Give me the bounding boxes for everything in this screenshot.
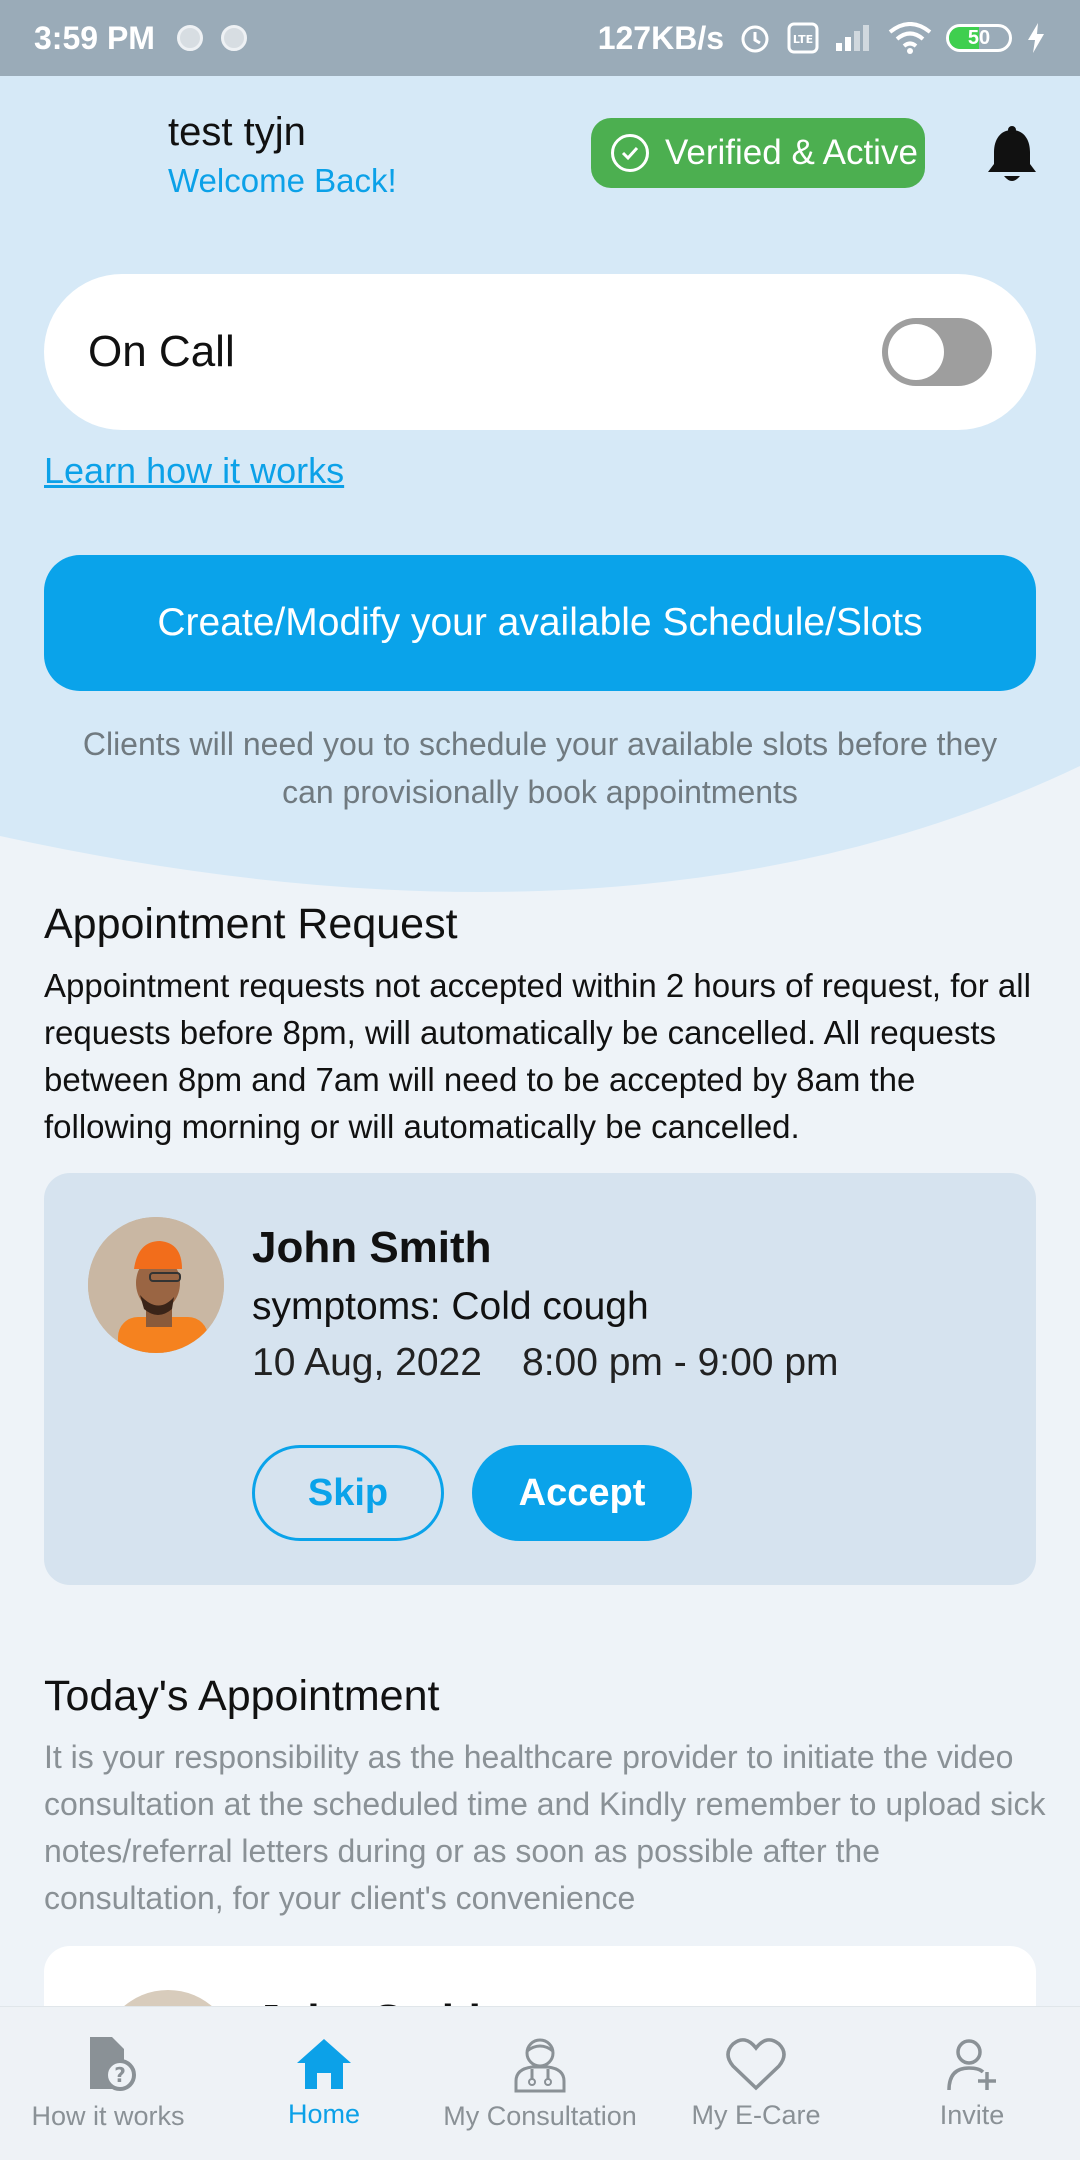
schedule-slots-button[interactable]: Create/Modify your available Schedule/Sl… [44, 555, 1036, 691]
nav-label: Home [287, 2099, 361, 2129]
svg-text:LTE: LTE [793, 33, 813, 46]
nav-label: Invite [939, 2100, 1005, 2130]
nav-label: My E-Care [691, 2100, 821, 2130]
battery-level: 50 [967, 26, 991, 49]
nav-my-e-care[interactable]: My E-Care [648, 2007, 864, 2160]
nav-my-consultation[interactable]: My Consultation [432, 2007, 648, 2160]
nav-invite[interactable]: Invite [864, 2007, 1080, 2160]
add-user-icon [943, 2036, 1001, 2092]
bottom-nav: ? How it works Home My Consultation My E… [0, 2006, 1080, 2160]
status-time: 3:59 PM [34, 19, 155, 56]
doctor-icon [510, 2035, 570, 2093]
patient-name: John Smith [252, 1223, 492, 1272]
learn-how-it-works-link[interactable]: Learn how it works [44, 450, 344, 492]
nav-home[interactable]: Home [216, 2007, 432, 2160]
welcome-text: Welcome Back! [168, 162, 397, 199]
svg-text:?: ? [114, 2063, 126, 2087]
notification-dot-icon [220, 25, 247, 51]
notification-dot-icon [176, 25, 203, 51]
schedule-note: Clients will need you to schedule your a… [82, 726, 998, 810]
verified-label: Verified & Active [665, 133, 918, 172]
skip-button[interactable]: Skip [252, 1445, 444, 1541]
accept-button[interactable]: Accept [472, 1445, 692, 1541]
home-icon [295, 2037, 353, 2091]
on-call-toggle[interactable] [882, 318, 992, 386]
appointment-request-description: Appointment requests not accepted within… [44, 967, 1031, 1145]
on-call-label: On Call [88, 327, 235, 376]
heart-icon [725, 2036, 787, 2092]
patient-symptoms: symptoms: Cold cough [252, 1285, 649, 1328]
wifi-icon [888, 22, 932, 54]
appointment-date: 10 Aug, 2022 [252, 1341, 482, 1384]
status-bar: 3:59 PM 127KB/s LTE 50 [0, 0, 1080, 76]
document-question-icon: ? [76, 2035, 140, 2093]
nav-label: My Consultation [443, 2101, 637, 2131]
verified-badge: Verified & Active [591, 118, 925, 188]
battery-icon: 50 [946, 24, 1012, 52]
charging-icon [1026, 22, 1046, 54]
appointment-request-title: Appointment Request [44, 900, 458, 948]
volte-icon: LTE [786, 21, 820, 55]
appointment-request-card: John Smith symptoms: Cold cough 10 Aug, … [44, 1173, 1036, 1585]
appointment-time: 8:00 pm - 9:00 pm [522, 1341, 839, 1384]
alarm-icon [738, 21, 772, 55]
nav-how-it-works[interactable]: ? How it works [0, 2007, 216, 2160]
todays-appointment-title: Today's Appointment [44, 1672, 440, 1720]
on-call-row: On Call [44, 274, 1036, 430]
header: test tyjn Welcome Back! Verified & Activ… [168, 110, 1040, 210]
avatar [88, 1217, 224, 1353]
user-name: test tyjn [168, 110, 306, 154]
bell-icon[interactable] [984, 126, 1040, 186]
nav-label: How it works [31, 2101, 185, 2131]
todays-appointment-description: It is your responsibility as the healthc… [44, 1739, 1046, 1916]
check-circle-icon [611, 134, 649, 172]
network-speed: 127KB/s [597, 19, 724, 56]
signal-icon [834, 23, 874, 53]
